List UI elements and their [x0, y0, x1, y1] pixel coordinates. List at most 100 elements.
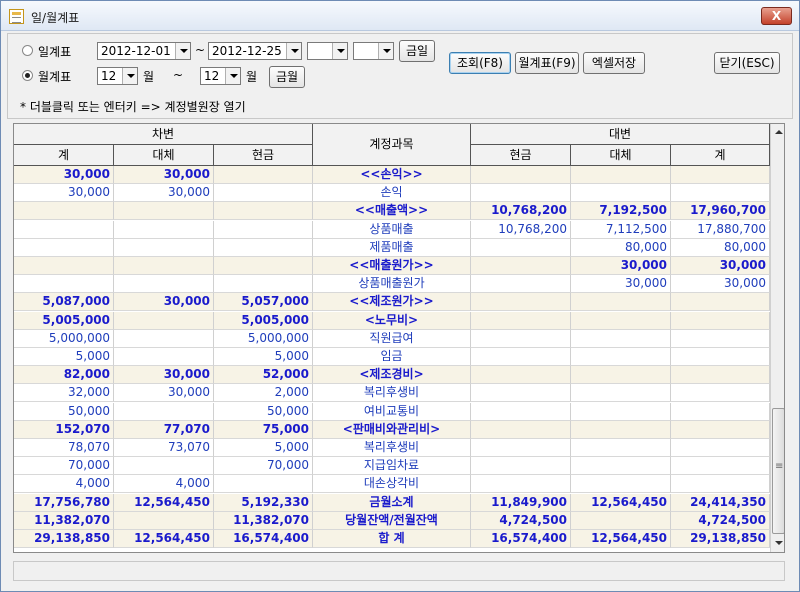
cell-credit-cash[interactable] [471, 275, 571, 294]
close-esc-button[interactable]: 닫기(ESC) [714, 52, 780, 74]
cell-account[interactable]: 상품매출원가 [313, 275, 471, 294]
cell-debit-transfer[interactable]: 30,000 [114, 184, 214, 203]
col-header-credit-cash[interactable]: 현금 [471, 145, 571, 166]
cell-credit-total[interactable] [671, 311, 770, 330]
cell-credit-cash[interactable] [471, 166, 571, 184]
cell-credit-transfer[interactable] [571, 366, 671, 385]
cell-debit-cash[interactable]: 5,000 [214, 348, 313, 366]
cell-credit-total[interactable]: 17,880,700 [671, 220, 770, 239]
cell-debit-total[interactable]: 4,000 [14, 475, 114, 494]
col-header-debit-cash[interactable]: 현금 [214, 145, 313, 166]
table-row[interactable]: 5,000,000 5,000,000 직원급여 [14, 329, 770, 348]
table-row[interactable]: 50,000 50,000 여비교통비 [14, 402, 770, 421]
cell-credit-transfer[interactable]: 80,000 [571, 238, 671, 257]
table-row[interactable]: 상품매출 10,768,200 7,112,500 17,880,700 [14, 220, 770, 239]
table-row[interactable]: 70,000 70,000 지급임차료 [14, 457, 770, 476]
cell-debit-transfer[interactable]: 30,000 [114, 293, 214, 312]
cell-account[interactable]: 대손상각비 [313, 475, 471, 494]
cell-credit-transfer[interactable] [571, 511, 671, 530]
cell-debit-transfer[interactable] [114, 202, 214, 221]
table-row[interactable]: 78,070 73,070 5,000 복리후생비 [14, 439, 770, 457]
cell-debit-transfer[interactable] [114, 329, 214, 348]
excel-export-button[interactable]: 엑셀저장 [583, 52, 645, 74]
cell-credit-cash[interactable] [471, 329, 571, 348]
vertical-scrollbar[interactable] [770, 124, 784, 552]
cell-credit-transfer[interactable]: 7,112,500 [571, 220, 671, 239]
cell-credit-transfer[interactable] [571, 184, 671, 203]
table-row[interactable]: <<매출액>> 10,768,200 7,192,500 17,960,700 [14, 202, 770, 221]
cell-debit-transfer[interactable]: 4,000 [114, 475, 214, 494]
cell-credit-total[interactable]: 80,000 [671, 238, 770, 257]
cell-credit-transfer[interactable] [571, 402, 671, 421]
cell-credit-total[interactable]: 30,000 [671, 275, 770, 294]
cell-credit-cash[interactable] [471, 257, 571, 275]
table-row[interactable]: 5,005,000 5,005,000 <노무비> [14, 311, 770, 330]
cell-debit-total[interactable]: 5,005,000 [14, 311, 114, 330]
date-to-combo[interactable]: 2012-12-25 [208, 42, 302, 60]
cell-debit-transfer[interactable] [114, 275, 214, 294]
cell-debit-total[interactable]: 152,070 [14, 420, 114, 439]
col-header-credit-transfer[interactable]: 대체 [571, 145, 671, 166]
cell-credit-total[interactable]: 24,414,350 [671, 493, 770, 512]
cell-credit-cash[interactable] [471, 348, 571, 366]
table-row[interactable]: 152,070 77,070 75,000 <판매비와관리비> [14, 420, 770, 439]
cell-debit-total[interactable] [14, 238, 114, 257]
cell-credit-transfer[interactable] [571, 293, 671, 312]
cell-debit-transfer[interactable] [114, 457, 214, 476]
cell-credit-cash[interactable] [471, 402, 571, 421]
cell-debit-transfer[interactable] [114, 220, 214, 239]
cell-credit-total[interactable] [671, 348, 770, 366]
cell-debit-cash[interactable] [214, 475, 313, 494]
cell-credit-transfer[interactable]: 30,000 [571, 257, 671, 275]
cell-credit-cash[interactable] [471, 293, 571, 312]
table-row[interactable]: 29,138,850 12,564,450 16,574,400 합 계 16,574,… [14, 530, 770, 548]
cell-debit-total[interactable]: 5,000 [14, 348, 114, 366]
date-extra-combo-2[interactable] [353, 42, 394, 60]
table-row[interactable]: 11,382,070 11,382,070 당월잔액/전월잔액 4,724,500 4,… [14, 511, 770, 530]
chevron-down-icon[interactable] [332, 43, 347, 59]
cell-debit-transfer[interactable]: 73,070 [114, 439, 214, 457]
chevron-down-icon[interactable] [175, 43, 190, 59]
cell-debit-total[interactable] [14, 257, 114, 275]
chevron-down-icon[interactable] [286, 43, 301, 59]
cell-debit-cash[interactable]: 50,000 [214, 402, 313, 421]
cell-credit-total[interactable] [671, 184, 770, 203]
cell-account[interactable]: <판매비와관리비> [313, 420, 471, 439]
this-month-button[interactable]: 금월 [269, 66, 305, 88]
daily-radio[interactable] [22, 45, 33, 56]
cell-account[interactable]: 제품매출 [313, 238, 471, 257]
col-header-credit-total[interactable]: 계 [671, 145, 770, 166]
cell-account[interactable]: <<손익>> [313, 166, 471, 184]
cell-debit-cash[interactable] [214, 202, 313, 221]
col-header-debit-transfer[interactable]: 대체 [114, 145, 214, 166]
cell-credit-cash[interactable]: 10,768,200 [471, 220, 571, 239]
table-row[interactable]: 4,000 4,000 대손상각비 [14, 475, 770, 494]
monthly-report-button[interactable]: 월계표(F9) [515, 52, 579, 74]
cell-account[interactable]: 여비교통비 [313, 402, 471, 421]
window-close-button[interactable]: X [761, 7, 792, 25]
cell-credit-cash[interactable] [471, 311, 571, 330]
cell-account[interactable]: <제조경비> [313, 366, 471, 385]
table-row[interactable]: 82,000 30,000 52,000 <제조경비> [14, 366, 770, 385]
cell-debit-total[interactable] [14, 202, 114, 221]
cell-account[interactable]: 금월소계 [313, 493, 471, 512]
cell-credit-total[interactable] [671, 293, 770, 312]
chevron-down-icon[interactable] [225, 68, 240, 84]
cell-debit-cash[interactable]: 5,000,000 [214, 329, 313, 348]
month-from-combo[interactable]: 12 [97, 67, 138, 85]
cell-account[interactable]: 상품매출 [313, 220, 471, 239]
cell-account[interactable]: 당월잔액/전월잔액 [313, 511, 471, 530]
cell-credit-cash[interactable] [471, 439, 571, 457]
cell-debit-total[interactable]: 11,382,070 [14, 511, 114, 530]
cell-debit-transfer[interactable]: 30,000 [114, 366, 214, 385]
cell-credit-cash[interactable]: 11,849,900 [471, 493, 571, 512]
cell-debit-cash[interactable]: 75,000 [214, 420, 313, 439]
cell-credit-cash[interactable] [471, 184, 571, 203]
cell-credit-total[interactable]: 29,138,850 [671, 530, 770, 548]
cell-credit-cash[interactable]: 10,768,200 [471, 202, 571, 221]
cell-account[interactable]: 합 계 [313, 530, 471, 548]
cell-debit-transfer[interactable] [114, 511, 214, 530]
chevron-down-icon[interactable] [378, 43, 393, 59]
cell-credit-transfer[interactable] [571, 457, 671, 476]
cell-debit-cash[interactable]: 5,000 [214, 439, 313, 457]
